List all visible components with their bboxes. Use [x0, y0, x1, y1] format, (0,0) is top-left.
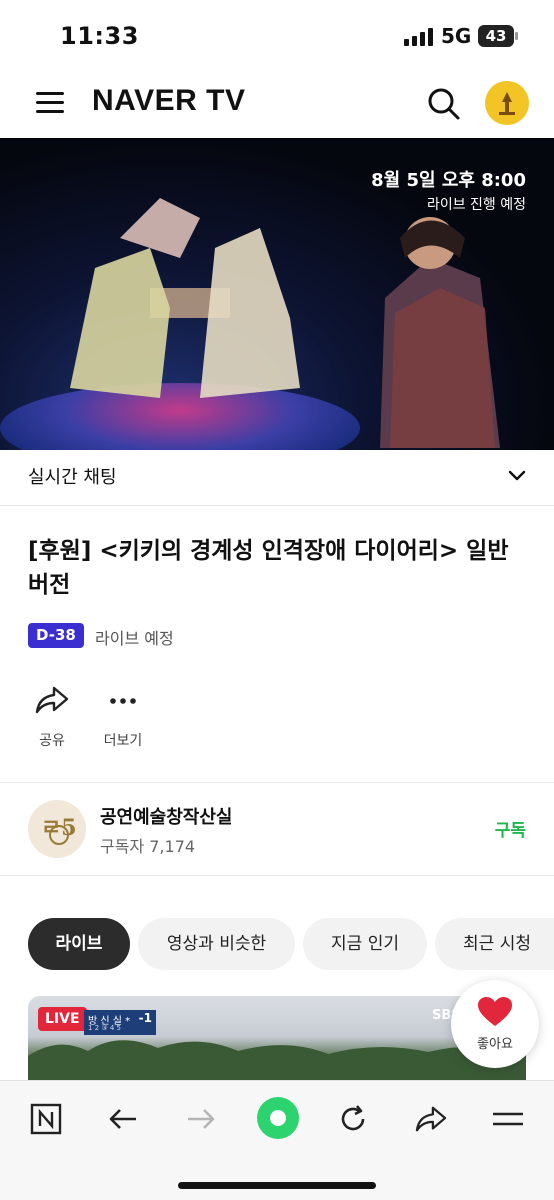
share-icon — [35, 686, 69, 714]
status-bar: 11:33 5G 43 — [0, 0, 554, 72]
channel-subscribers: 구독자 7,174 — [100, 837, 196, 856]
tab-recent[interactable]: 최근 시청 — [435, 918, 554, 970]
share-label: 공유 — [39, 733, 65, 749]
share-icon[interactable] — [409, 1097, 453, 1141]
back-icon[interactable] — [101, 1097, 145, 1141]
score-value: -1 — [138, 1011, 152, 1025]
channel-avatar-icon[interactable] — [485, 81, 529, 125]
network-label: 5G — [441, 24, 472, 48]
divider — [0, 782, 554, 783]
home-indicator — [178, 1182, 376, 1189]
score-holes: 1 2 ③ 4 5 — [88, 1024, 121, 1032]
score-overlay: 방 신 실 * -1 1 2 ③ 4 5 — [84, 1010, 156, 1035]
chat-label: 실시간 채팅 — [28, 467, 117, 488]
green-dot-icon[interactable] — [253, 1093, 303, 1143]
live-chat-toggle[interactable]: 실시간 채팅 — [0, 450, 554, 506]
svg-text:ㄹ5: ㄹ5 — [41, 815, 77, 841]
naver-home-icon[interactable] — [24, 1097, 68, 1141]
refresh-icon[interactable] — [331, 1097, 375, 1141]
subscribe-button[interactable]: 구독 — [495, 816, 526, 841]
tab-popular[interactable]: 지금 인기 — [303, 918, 427, 970]
like-label: 좋아요 — [477, 1037, 513, 1052]
live-status: 라이브 진행 예정 — [426, 197, 526, 213]
live-date: 8월 5일 오후 8:00 — [371, 170, 526, 191]
share-button[interactable]: 공유 — [22, 684, 82, 750]
brand-logo[interactable]: NAVER TV — [92, 84, 245, 118]
channel-name[interactable]: 공연예술창작산실 — [100, 803, 232, 829]
more-label: 더보기 — [103, 733, 143, 749]
battery-icon: 43 — [478, 25, 518, 47]
live-badge: LIVE — [38, 1007, 87, 1031]
chevron-down-icon — [508, 470, 526, 481]
search-icon[interactable] — [426, 86, 462, 122]
tab-live[interactable]: 라이브 — [28, 918, 130, 970]
schedule-label: 라이브 예정 — [95, 629, 174, 648]
more-icon — [110, 698, 136, 704]
menu-icon[interactable] — [36, 92, 64, 114]
status-time: 11:33 — [60, 22, 139, 50]
menu-icon[interactable] — [486, 1097, 530, 1141]
channel-avatar[interactable]: ㄹ5 — [28, 800, 86, 858]
signal-icon — [404, 28, 434, 46]
heart-icon — [478, 997, 512, 1026]
tab-similar[interactable]: 영상과 비슷한 — [138, 918, 295, 970]
browser-toolbar — [0, 1080, 554, 1200]
forward-icon[interactable] — [179, 1097, 223, 1141]
video-title: [후원] <키키의 경계성 인격장애 다이어리> 일반 버전 — [28, 538, 509, 598]
video-player[interactable]: 8월 5일 오후 8:00 라이브 진행 예정 — [0, 138, 554, 450]
more-button[interactable]: 더보기 — [93, 684, 153, 750]
divider — [0, 875, 554, 876]
app-header: NAVER TV — [0, 72, 554, 138]
like-button[interactable]: 좋아요 — [451, 980, 539, 1068]
dday-badge: D-38 — [28, 623, 84, 648]
